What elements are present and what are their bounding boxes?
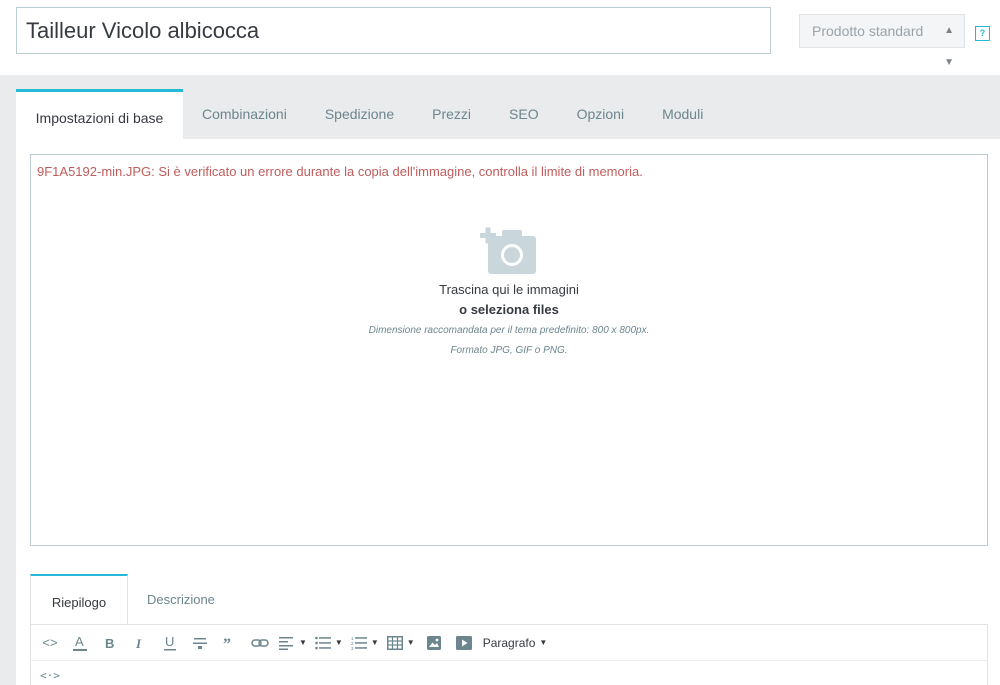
help-icon[interactable]: ? bbox=[975, 26, 990, 41]
svg-text:I: I bbox=[135, 636, 142, 650]
svg-text:A: A bbox=[75, 634, 84, 649]
paragraph-format-label: Paragrafo bbox=[482, 635, 536, 650]
table-icon[interactable]: ▼ bbox=[386, 631, 415, 655]
tab-opzioni[interactable]: Opzioni bbox=[558, 89, 643, 139]
numbered-list-icon[interactable]: 123 ▼ bbox=[351, 631, 379, 655]
tab-seo[interactable]: SEO bbox=[490, 89, 558, 139]
editor-toolbar: <> A B I U ” ▼ ▼ 123 ▼ ▼ Paragrafo ▼ bbox=[31, 625, 987, 661]
svg-text:B: B bbox=[105, 636, 114, 650]
text-color-icon[interactable]: A bbox=[69, 631, 91, 655]
bold-icon[interactable]: B bbox=[99, 631, 121, 655]
upload-error-message: 9F1A5192-min.JPG: Si è verificato un err… bbox=[37, 164, 643, 179]
add-photo-icon bbox=[480, 227, 536, 274]
chevron-down-icon: ▼ bbox=[299, 638, 307, 647]
product-type-value: Prodotto standard bbox=[812, 23, 924, 39]
paragraph-format-dropdown[interactable]: Paragrafo ▼ bbox=[483, 631, 548, 655]
align-left-icon[interactable]: ▼ bbox=[279, 631, 307, 655]
source-code-icon[interactable]: <> bbox=[39, 631, 61, 655]
svg-text:U: U bbox=[165, 635, 174, 649]
tab-riepilogo[interactable]: Riepilogo bbox=[30, 574, 128, 624]
strikethrough-icon[interactable] bbox=[189, 631, 211, 655]
recommended-size-hint: Dimensione raccomandata per il tema pred… bbox=[368, 325, 650, 336]
drop-instruction: Trascina qui le immagini bbox=[439, 282, 579, 297]
tab-descrizione[interactable]: Descrizione bbox=[128, 574, 234, 624]
summary-editor: <> A B I U ” ▼ ▼ 123 ▼ ▼ Paragrafo ▼ <·> bbox=[30, 624, 988, 685]
underline-icon[interactable]: U bbox=[159, 631, 181, 655]
svg-text:”: ” bbox=[223, 637, 231, 649]
description-tabs: Riepilogo Descrizione bbox=[30, 574, 234, 624]
tab-combinazioni[interactable]: Combinazioni bbox=[183, 89, 306, 139]
blockquote-icon[interactable]: ” bbox=[219, 631, 241, 655]
format-hint: Formato JPG, GIF o PNG. bbox=[450, 345, 568, 356]
image-icon[interactable] bbox=[423, 631, 445, 655]
select-caret-icon: ▲ ▼ bbox=[944, 25, 954, 68]
editor-content[interactable]: <·> bbox=[40, 669, 60, 682]
chevron-down-icon: ▼ bbox=[334, 638, 343, 647]
product-type-select[interactable]: Prodotto standard ▲ ▼ bbox=[799, 14, 965, 68]
chevron-down-icon: ▼ bbox=[406, 638, 415, 647]
tab-impostazioni-di-base[interactable]: Impostazioni di base bbox=[16, 89, 183, 139]
header: Prodotto standard ▲▼ ? bbox=[0, 0, 1000, 75]
select-files-link[interactable]: o seleziona files bbox=[31, 302, 987, 317]
tab-spedizione[interactable]: Spedizione bbox=[306, 89, 413, 139]
italic-icon[interactable]: I bbox=[129, 631, 151, 655]
chevron-down-icon: ▼ bbox=[539, 638, 548, 647]
bullet-list-icon[interactable]: ▼ bbox=[315, 631, 343, 655]
tab-prezzi[interactable]: Prezzi bbox=[413, 89, 490, 139]
svg-text:3: 3 bbox=[351, 646, 354, 650]
left-gutter bbox=[0, 139, 16, 685]
tab-moduli[interactable]: Moduli bbox=[643, 89, 722, 139]
chevron-down-icon: ▼ bbox=[370, 638, 379, 647]
image-dropzone[interactable]: 9F1A5192-min.JPG: Si è verificato un err… bbox=[30, 154, 988, 546]
video-icon[interactable] bbox=[453, 631, 475, 655]
main-tabs: Impostazioni di base Combinazioni Spediz… bbox=[16, 89, 722, 139]
link-icon[interactable] bbox=[249, 631, 271, 655]
product-name-input[interactable] bbox=[16, 7, 771, 54]
